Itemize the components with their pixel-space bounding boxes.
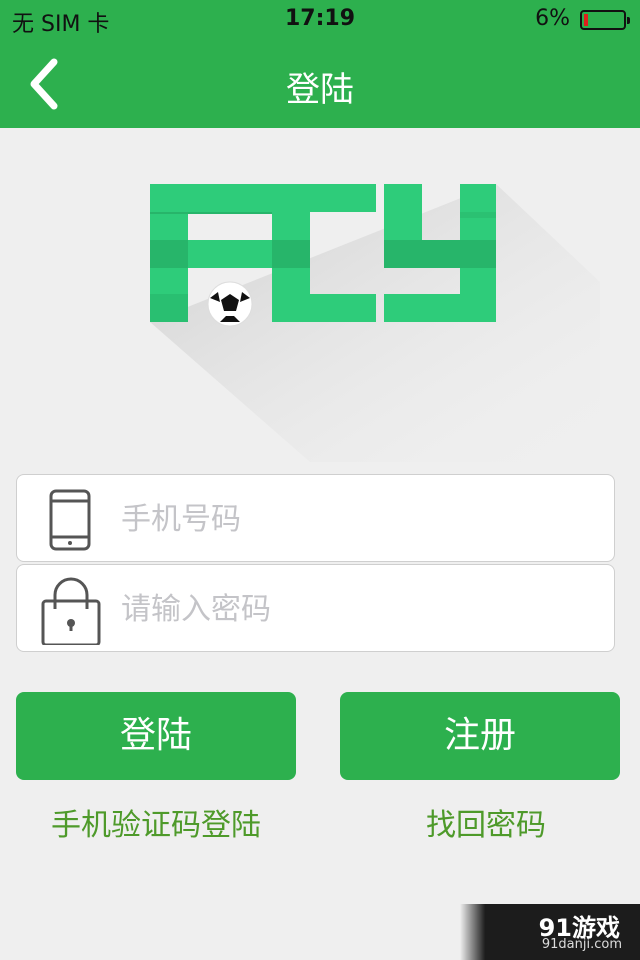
page-title: 登陆 (286, 70, 354, 110)
watermark: 91游戏 91danji.com (460, 904, 640, 960)
watermark-url: 91danji.com (541, 937, 622, 952)
login-button[interactable]: 登陆 (16, 692, 296, 780)
battery-icon (580, 10, 630, 30)
phone-input[interactable] (121, 493, 591, 545)
nav-bar: 登陆 (0, 40, 640, 128)
register-button[interactable]: 注册 (340, 692, 620, 780)
battery-percent: 6% (535, 6, 570, 31)
password-field[interactable] (16, 564, 615, 652)
password-input[interactable] (121, 583, 591, 635)
sms-login-link[interactable]: 手机验证码登陆 (16, 800, 296, 844)
phone-field[interactable] (16, 474, 615, 562)
lock-icon (41, 577, 101, 645)
app-logo (140, 172, 600, 462)
status-bar: 无 SIM 卡 17:19 6% (0, 0, 640, 40)
phone-icon (49, 489, 91, 551)
forgot-password-link[interactable]: 找回密码 (340, 800, 632, 844)
